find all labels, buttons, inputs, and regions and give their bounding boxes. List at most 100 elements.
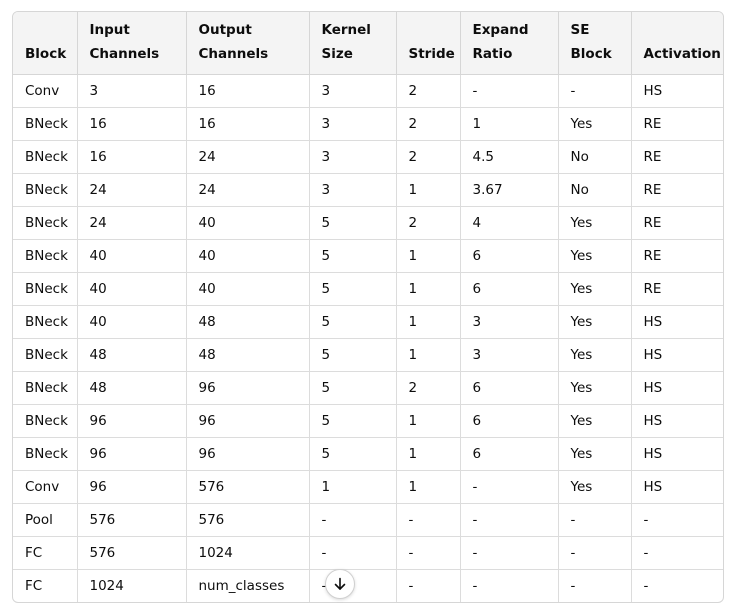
cell-se-block: No — [558, 140, 632, 174]
cell-stride: 1 — [396, 404, 461, 438]
cell-input-channels: 576 — [77, 503, 187, 537]
cell-se-block: - — [558, 503, 632, 537]
cell-kernel-size: - — [309, 536, 397, 570]
cell-expand-ratio: 3 — [460, 305, 559, 339]
cell-expand-ratio: 4.5 — [460, 140, 559, 174]
architecture-table: Block Input Channels Output Channels Kernel Si… — [13, 12, 723, 602]
table-row: BNeck 40 40 5 1 6 Yes RE — [13, 272, 723, 306]
column-header-text: Block — [570, 46, 612, 62]
table-row: Conv 96 576 1 1- Yes HS — [13, 470, 723, 504]
cell-expand-ratio: 3.67 — [460, 173, 559, 207]
cell-activation: RE — [631, 107, 723, 141]
table-row: BNeck 24 24 3 1 3.67 No RE — [13, 173, 723, 207]
cell-stride: 2 — [396, 107, 461, 141]
cell-se-block: Yes — [558, 371, 632, 405]
cell-block: BNeck — [13, 404, 78, 438]
cell-input-channels: 96 — [77, 437, 187, 471]
table-row: Conv 3 16 3 2- - HS — [13, 74, 723, 108]
column-header-text: Ratio — [472, 46, 513, 62]
cell-stride: - — [396, 536, 461, 570]
cell-expand-ratio: - — [460, 470, 559, 504]
cell-se-block: - — [558, 536, 632, 570]
cell-kernel-size: 5 — [309, 239, 397, 273]
column-header-expand-ratio: Expand Ratio — [460, 12, 559, 75]
table-row: BNeck 24 40 5 2 4 Yes RE — [13, 206, 723, 240]
cell-output-channels: 40 — [186, 206, 310, 240]
column-header-block: Block — [13, 12, 78, 75]
cell-input-channels: 96 — [77, 470, 187, 504]
column-header-text: SE — [570, 22, 590, 38]
cell-se-block: Yes — [558, 107, 632, 141]
table-row: FC 1024 num_classes - - - - - — [13, 569, 723, 602]
cell-expand-ratio: 6 — [460, 404, 559, 438]
cell-output-channels: 16 — [186, 74, 310, 108]
cell-se-block: Yes — [558, 470, 632, 504]
cell-stride: 1 — [396, 272, 461, 306]
cell-kernel-size: 3 — [309, 140, 397, 174]
cell-kernel-size: 5 — [309, 305, 397, 339]
cell-kernel-size: 3 — [309, 74, 397, 108]
cell-kernel-size: 3 — [309, 173, 397, 207]
cell-input-channels: 40 — [77, 239, 187, 273]
cell-output-channels: 576 — [186, 470, 310, 504]
table-row: BNeck 96 96 5 1 6 Yes HS — [13, 437, 723, 471]
column-header-input-channels: Input Channels — [77, 12, 187, 75]
column-header-text: Output — [198, 22, 252, 38]
cell-expand-ratio: 3 — [460, 338, 559, 372]
cell-expand-ratio: 6 — [460, 437, 559, 471]
cell-expand-ratio: 4 — [460, 206, 559, 240]
cell-block: BNeck — [13, 338, 78, 372]
cell-activation: HS — [631, 338, 723, 372]
cell-kernel-size: 1 — [309, 470, 397, 504]
column-header-text: Size — [321, 46, 353, 62]
cell-kernel-size: - — [309, 503, 397, 537]
cell-block: Conv — [13, 470, 78, 504]
cell-stride: - — [396, 569, 461, 602]
cell-block: BNeck — [13, 173, 78, 207]
cell-se-block: Yes — [558, 437, 632, 471]
cell-activation: HS — [631, 437, 723, 471]
cell-activation: - — [643, 578, 649, 594]
cell-expand-ratio: 6 — [460, 371, 559, 405]
cell-expand-ratio: - — [460, 74, 559, 108]
column-header-text: Input — [89, 22, 130, 38]
table-row: FC 576 1024- - - - - — [13, 536, 723, 570]
cell-input-channels: 48 — [77, 338, 187, 372]
cell-se-block: - — [558, 74, 632, 108]
column-header-text: Channels — [198, 46, 269, 62]
table-body: Conv 3 16 3 2- - HS BNeck 16 16 3 2 1 Yes RE BNeck 16 24 3… — [13, 74, 723, 602]
cell-se-block: Yes — [558, 404, 632, 438]
cell-output-channels: 24 — [186, 173, 310, 207]
cell-output-channels: 48 — [186, 305, 310, 339]
table-row: BNeck 40 40 5 1 6 Yes RE — [13, 239, 723, 273]
cell-output-channels: 48 — [186, 338, 310, 372]
cell-kernel-size: 5 — [309, 338, 397, 372]
cell-block: FC — [13, 569, 78, 602]
table-header: Block Input Channels Output Channels Kernel Si… — [13, 12, 723, 75]
cell-se-block: Yes — [558, 272, 632, 306]
cell-block: BNeck — [13, 239, 78, 273]
cell-output-channels: 576 — [186, 503, 310, 537]
cell-output-channels: 40 — [186, 272, 310, 306]
table-row: BNeck 40 48 5 1 3 Yes HS — [13, 305, 723, 339]
scroll-to-bottom-button[interactable] — [325, 569, 355, 599]
cell-activation: - — [631, 536, 723, 570]
cell-kernel-size: 5 — [309, 437, 397, 471]
arrow-down-icon — [334, 577, 346, 590]
cell-output-channels: 96 — [186, 437, 310, 471]
cell-activation: RE — [631, 239, 723, 273]
cell-activation: HS — [631, 404, 723, 438]
cell-expand-ratio: - — [460, 569, 559, 602]
cell-activation: HS — [631, 470, 723, 504]
cell-se-block: Yes — [558, 206, 632, 240]
cell-input-channels: 16 — [77, 140, 187, 174]
cell-activation: RE — [631, 140, 723, 174]
cell-input-channels: 1024 — [77, 569, 187, 602]
cell-block: Pool — [13, 503, 78, 537]
cell-block: Conv — [13, 74, 78, 108]
table-header-row: Block Input Channels Output Channels Kernel Si… — [13, 12, 723, 75]
cell-stride: 1 — [396, 173, 461, 207]
cell-stride: 1 — [396, 437, 461, 471]
cell-input-channels: 3 — [77, 74, 187, 108]
cell-se-block: No — [558, 173, 632, 207]
